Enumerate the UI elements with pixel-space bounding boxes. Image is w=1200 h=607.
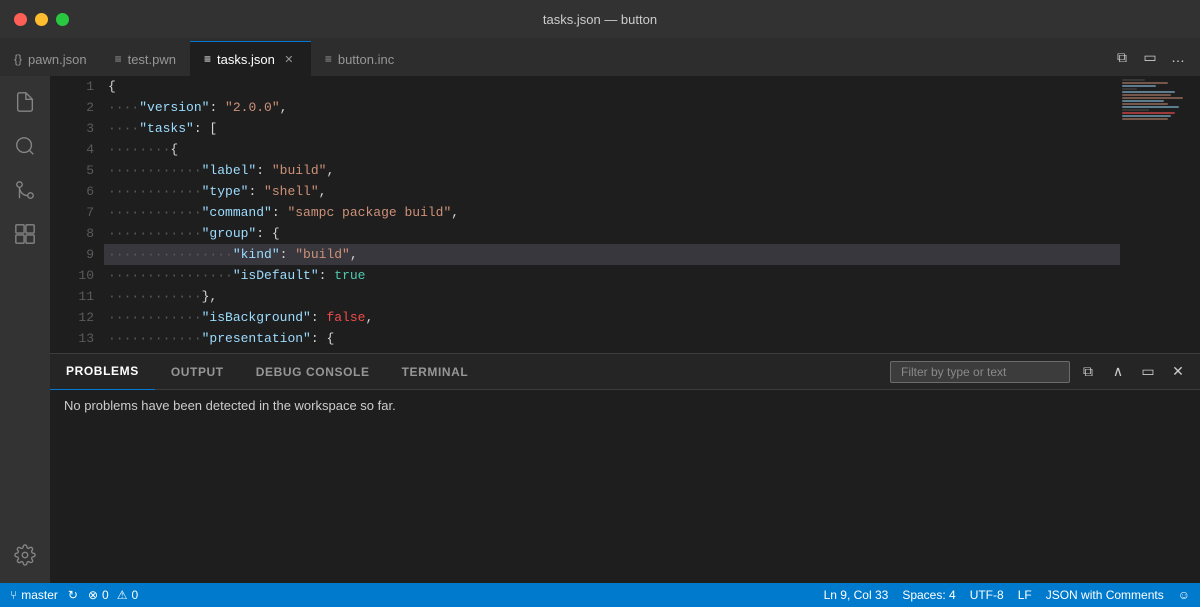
window-title: tasks.json — button bbox=[543, 12, 657, 27]
panel-tab-debug[interactable]: DEBUG CONSOLE bbox=[240, 354, 386, 390]
code-content[interactable]: { ····"version": "2.0.0", ····"tasks": [… bbox=[104, 76, 1120, 353]
tab-pawn-json-label: pawn.json bbox=[28, 52, 87, 67]
cursor-position-item[interactable]: Ln 9, Col 33 bbox=[824, 588, 889, 602]
language-item[interactable]: JSON with Comments bbox=[1046, 588, 1164, 602]
cursor-position: Ln 9, Col 33 bbox=[824, 588, 889, 602]
code-line-2: ····"version": "2.0.0", bbox=[104, 97, 1120, 118]
tab-tasks-json-label: tasks.json bbox=[217, 52, 275, 67]
line-numbers: 1 2 3 4 5 6 7 8 9 10 11 12 13 14 bbox=[50, 76, 104, 353]
code-line-12: ············"isBackground": false, bbox=[104, 307, 1120, 328]
line-ending: LF bbox=[1018, 588, 1032, 602]
feedback-icon: ☺ bbox=[1178, 588, 1190, 602]
errors-item[interactable]: ⊗ 0 ⚠ 0 bbox=[88, 588, 138, 602]
code-line-1: { bbox=[104, 76, 1120, 97]
code-line-6: ············"type": "shell", bbox=[104, 181, 1120, 202]
more-actions-button[interactable]: … bbox=[1166, 45, 1190, 69]
code-line-3: ····"tasks": [ bbox=[104, 118, 1120, 139]
code-line-11: ············}, bbox=[104, 286, 1120, 307]
test-pwn-icon: ≡ bbox=[115, 52, 122, 66]
panel-tab-problems[interactable]: PROBLEMS bbox=[50, 354, 155, 390]
warning-count: 0 bbox=[131, 588, 138, 602]
activity-icon-files[interactable] bbox=[5, 82, 45, 122]
tab-test-pwn-label: test.pwn bbox=[128, 52, 176, 67]
tab-bar-actions: ⧉ ▭ … bbox=[1110, 38, 1200, 76]
editor-container: 1 2 3 4 5 6 7 8 9 10 11 12 13 14 { ····"… bbox=[0, 76, 1200, 583]
warning-icon: ⚠ bbox=[117, 588, 128, 602]
panel-tab-terminal[interactable]: TERMINAL bbox=[386, 354, 485, 390]
line-ending-item[interactable]: LF bbox=[1018, 588, 1032, 602]
encoding: UTF-8 bbox=[970, 588, 1004, 602]
activity-icon-git[interactable] bbox=[5, 170, 45, 210]
sync-icon: ↻ bbox=[68, 588, 78, 602]
button-inc-icon: ≡ bbox=[325, 52, 332, 66]
window-controls bbox=[14, 13, 69, 26]
minimap bbox=[1120, 76, 1200, 353]
copy-panel-button[interactable]: ⧉ bbox=[1076, 360, 1100, 384]
tab-button-inc-label: button.inc bbox=[338, 52, 394, 67]
collapse-panel-button[interactable]: ∧ bbox=[1106, 360, 1130, 384]
code-editor[interactable]: 1 2 3 4 5 6 7 8 9 10 11 12 13 14 { ····"… bbox=[50, 76, 1200, 353]
git-branch-name: master bbox=[21, 588, 58, 602]
toggle-panel-button[interactable]: ▭ bbox=[1138, 45, 1162, 69]
error-icon: ⊗ bbox=[88, 588, 98, 602]
minimize-button[interactable] bbox=[35, 13, 48, 26]
tab-tasks-json-close[interactable]: ✕ bbox=[281, 51, 297, 67]
code-line-7: ············"command": "sampc package bu… bbox=[104, 202, 1120, 223]
activity-bar bbox=[0, 76, 50, 583]
panel-tab-output[interactable]: OUTPUT bbox=[155, 354, 240, 390]
close-button[interactable] bbox=[14, 13, 27, 26]
code-line-9: ················"kind": "build", bbox=[104, 244, 1120, 265]
sync-item[interactable]: ↻ bbox=[68, 588, 78, 602]
toggle-panel-layout-button[interactable]: ▭ bbox=[1136, 360, 1160, 384]
code-line-8: ············"group": { bbox=[104, 223, 1120, 244]
git-branch-item[interactable]: ⑂ master bbox=[10, 588, 58, 602]
feedback-item[interactable]: ☺ bbox=[1178, 588, 1190, 602]
activity-icon-search[interactable] bbox=[5, 126, 45, 166]
indentation: Spaces: 4 bbox=[902, 588, 955, 602]
code-line-5: ············"label": "build", bbox=[104, 160, 1120, 181]
code-line-14: ················"reveal": "silent", bbox=[104, 349, 1120, 353]
git-icon: ⑂ bbox=[10, 588, 17, 602]
code-line-13: ············"presentation": { bbox=[104, 328, 1120, 349]
title-bar: tasks.json — button bbox=[0, 0, 1200, 38]
minimap-lines bbox=[1120, 76, 1200, 123]
status-bar: ⑂ master ↻ ⊗ 0 ⚠ 0 Ln 9, Col 33 Spaces: … bbox=[0, 583, 1200, 607]
panel: PROBLEMS OUTPUT DEBUG CONSOLE TERMINAL ⧉… bbox=[50, 353, 1200, 583]
language-name: JSON with Comments bbox=[1046, 588, 1164, 602]
tab-pawn-json[interactable]: {} pawn.json bbox=[0, 41, 101, 76]
filter-input[interactable] bbox=[890, 361, 1070, 383]
code-line-10: ················"isDefault": true bbox=[104, 265, 1120, 286]
status-bar-right: Ln 9, Col 33 Spaces: 4 UTF-8 LF JSON wit… bbox=[824, 588, 1190, 602]
error-count: 0 bbox=[102, 588, 109, 602]
tab-tasks-json[interactable]: ≡ tasks.json ✕ bbox=[190, 41, 311, 76]
tab-test-pwn[interactable]: ≡ test.pwn bbox=[101, 41, 190, 76]
status-bar-left: ⑂ master ↻ ⊗ 0 ⚠ 0 bbox=[10, 588, 138, 602]
indentation-item[interactable]: Spaces: 4 bbox=[902, 588, 955, 602]
close-panel-button[interactable]: ✕ bbox=[1166, 360, 1190, 384]
panel-content: No problems have been detected in the wo… bbox=[50, 390, 1200, 583]
split-editor-button[interactable]: ⧉ bbox=[1110, 45, 1134, 69]
tasks-json-icon: ≡ bbox=[204, 52, 211, 66]
encoding-item[interactable]: UTF-8 bbox=[970, 588, 1004, 602]
no-problems-message: No problems have been detected in the wo… bbox=[64, 398, 396, 413]
maximize-button[interactable] bbox=[56, 13, 69, 26]
activity-bar-bottom bbox=[5, 535, 45, 575]
editor-pane: 1 2 3 4 5 6 7 8 9 10 11 12 13 14 { ····"… bbox=[50, 76, 1200, 583]
tab-bar: {} pawn.json ≡ test.pwn ≡ tasks.json ✕ ≡… bbox=[0, 38, 1200, 76]
panel-tab-bar: PROBLEMS OUTPUT DEBUG CONSOLE TERMINAL ⧉… bbox=[50, 354, 1200, 390]
tab-button-inc[interactable]: ≡ button.inc bbox=[311, 41, 408, 76]
panel-filter-area: ⧉ ∧ ▭ ✕ bbox=[890, 360, 1200, 384]
pawn-json-icon: {} bbox=[14, 52, 22, 66]
activity-icon-extensions[interactable] bbox=[5, 214, 45, 254]
code-line-4: ········{ bbox=[104, 139, 1120, 160]
activity-icon-settings[interactable] bbox=[5, 535, 45, 575]
